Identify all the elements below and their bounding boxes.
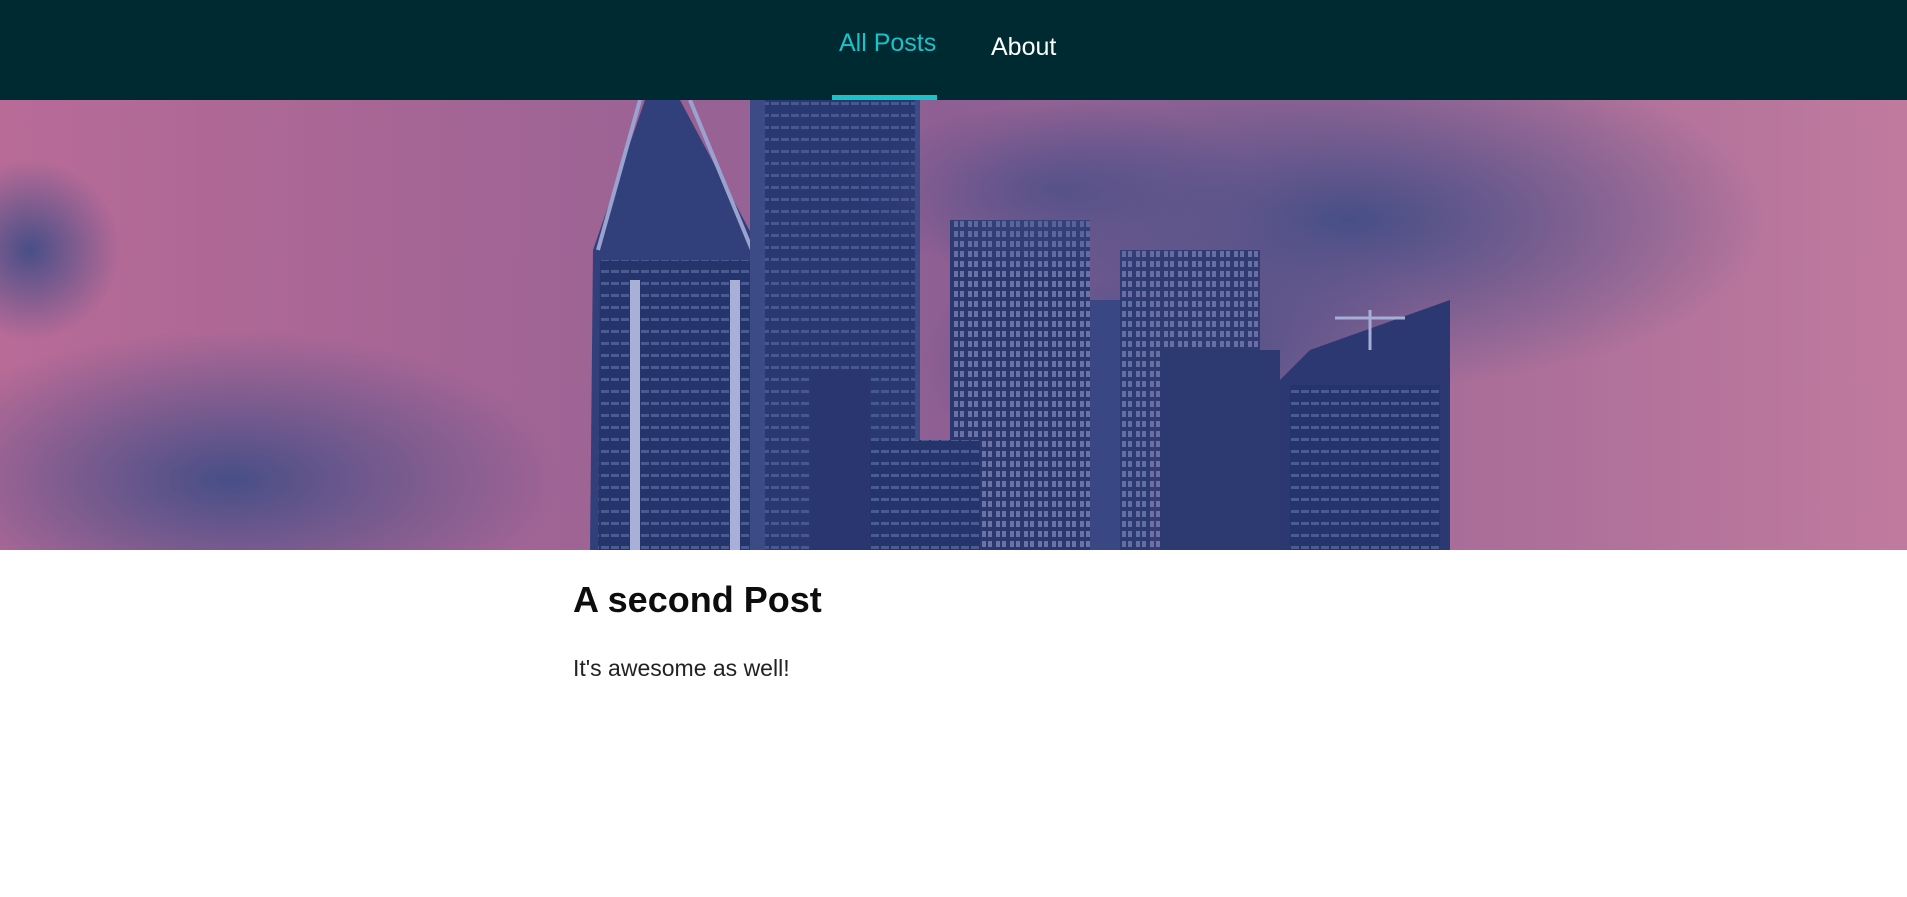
- nav-all-posts-link[interactable]: All Posts: [832, 0, 937, 100]
- post-body-text: It's awesome as well!: [573, 655, 790, 681]
- top-navigation: All Posts About: [0, 0, 1907, 100]
- nav-all-posts-label: All Posts: [839, 29, 937, 57]
- post-title: A second Post: [573, 579, 822, 620]
- hero-banner-image: [0, 100, 1907, 550]
- nav-about-link[interactable]: About: [985, 0, 1075, 100]
- nav-about-label: About: [991, 33, 1057, 61]
- city-skyline-image: [0, 100, 1907, 550]
